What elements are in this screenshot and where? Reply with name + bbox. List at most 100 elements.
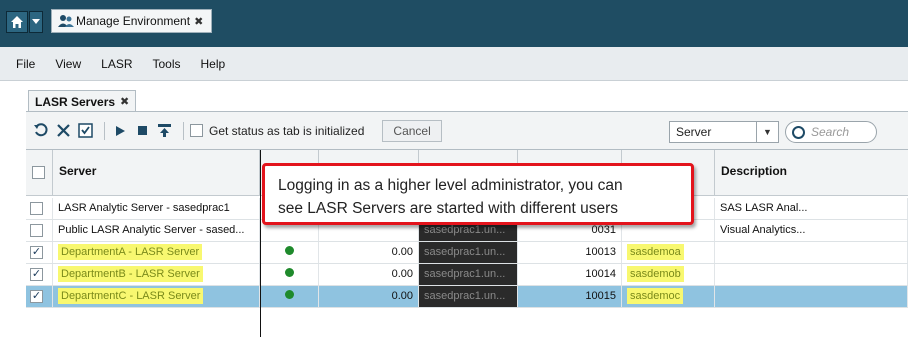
refresh-icon[interactable]: [32, 122, 50, 140]
status-icon[interactable]: [76, 122, 94, 140]
row-checkbox-cell: ✓: [26, 242, 53, 263]
filter-select[interactable]: Server ▼: [669, 121, 779, 143]
cell-text: sasedprac1.un...: [424, 268, 506, 280]
menu-file[interactable]: File: [16, 57, 35, 71]
row-checkbox[interactable]: ✓: [30, 268, 43, 281]
cell-text: 0.00: [391, 290, 413, 302]
row-checkbox[interactable]: [30, 202, 43, 215]
menu-lasr[interactable]: LASR: [101, 57, 132, 71]
cell-port: 10015: [518, 286, 622, 307]
cell-host: sasedprac1.un...: [419, 286, 518, 307]
get-status-checkbox[interactable]: [190, 124, 203, 137]
menu-bar: File View LASR Tools Help: [0, 47, 908, 81]
search-icon: [792, 125, 805, 139]
row-checkbox[interactable]: ✓: [30, 290, 43, 303]
tab-manage-environment[interactable]: Manage Environment ✖: [51, 9, 213, 33]
row-checkbox-cell: ✓: [26, 286, 53, 307]
cell-text: 0.00: [391, 246, 413, 258]
tab-label: LASR Servers: [35, 94, 116, 109]
cell-text: DepartmentB - LASR Server: [58, 266, 203, 282]
cell-started-by: sasdemoc: [622, 286, 715, 307]
cell-text: sasedprac1.un...: [424, 246, 506, 258]
callout-line-2: see LASR Servers are started with differ…: [278, 200, 619, 217]
cell-text: Public LASR Analytic Server - sased...: [58, 224, 245, 236]
cell-text: sasedprac1.un...: [424, 290, 506, 302]
cell-text: LASR Analytic Server - sasedprac1: [58, 202, 230, 214]
dropdown-arrow-icon[interactable]: ▼: [756, 122, 778, 142]
cell-memory: 0.00: [319, 264, 419, 285]
cell-text: Visual Analytics...: [720, 224, 806, 236]
cell-memory: 0.00: [319, 242, 419, 263]
top-bar: Manage Environment ✖: [0, 0, 908, 47]
tab-lasr-servers[interactable]: LASR Servers ✖: [28, 90, 137, 112]
toolbar-separator: [104, 121, 105, 140]
cell-text: sasdemoc: [627, 288, 684, 304]
callout-line-1: Logging in as a higher level administrat…: [278, 177, 623, 194]
menu-tools[interactable]: Tools: [153, 57, 181, 71]
column-header-server[interactable]: Server: [53, 150, 260, 196]
row-checkbox[interactable]: ✓: [30, 246, 43, 259]
tab-label: Manage Environment: [76, 14, 191, 28]
status-cell: [260, 242, 319, 263]
column-divider: [260, 150, 261, 337]
home-icon: [11, 16, 23, 28]
cell-description: [715, 286, 908, 307]
users-icon: [58, 15, 74, 27]
cell-host: sasedprac1.un...: [419, 242, 518, 263]
row-checkbox-cell: ✓: [26, 264, 53, 285]
menu-view[interactable]: View: [55, 57, 81, 71]
get-status-label: Get status as tab is initialized: [209, 123, 365, 138]
toolbar: Get status as tab is initialized Cancel …: [26, 111, 908, 149]
select-all-checkbox[interactable]: [32, 166, 45, 179]
row-checkbox-cell: [26, 220, 53, 241]
column-header-description[interactable]: Description: [715, 150, 908, 196]
cell-server: LASR Analytic Server - sasedprac1: [53, 198, 260, 219]
status-running-icon: [284, 290, 294, 299]
cell-text: sasedprac1.un...: [424, 224, 506, 236]
cell-server: DepartmentB - LASR Server: [53, 264, 260, 285]
select-all-cell: [26, 150, 53, 196]
close-icon[interactable]: ✖: [120, 95, 129, 108]
status-running-icon: [284, 268, 294, 277]
cell-description: [715, 242, 908, 263]
table-row[interactable]: ✓ DepartmentC - LASR Server 0.00 sasedprac1…: [26, 286, 908, 308]
cell-started-by: sasdemob: [622, 264, 715, 285]
cancel-button[interactable]: Cancel: [382, 119, 442, 142]
cell-text: 10015: [585, 290, 616, 302]
annotation-callout: Logging in as a higher level administrat…: [262, 163, 694, 225]
cell-host: sasedprac1.un...: [419, 264, 518, 285]
cell-description: [715, 264, 908, 285]
cell-text: sasdemob: [627, 266, 684, 282]
stop-all-icon[interactable]: [54, 122, 72, 140]
cell-description: SAS LASR Anal...: [715, 198, 908, 219]
cell-text: DepartmentA - LASR Server: [58, 244, 203, 260]
status-cell: [260, 264, 319, 285]
status-running-icon: [284, 246, 294, 255]
cell-text: 10013: [585, 246, 616, 258]
start-icon[interactable]: [111, 122, 129, 140]
table-row[interactable]: ✓ DepartmentB - LASR Server 0.00 sasedprac1…: [26, 264, 908, 286]
cell-text: DepartmentC - LASR Server: [58, 288, 204, 304]
dropdown-arrow-icon: [32, 19, 40, 24]
cell-port: 10014: [518, 264, 622, 285]
cell-text: 10014: [585, 268, 616, 280]
cell-port: 10013: [518, 242, 622, 263]
home-button[interactable]: [6, 11, 28, 33]
home-menu-dropdown[interactable]: [29, 11, 43, 33]
toolbar-separator: [183, 121, 184, 140]
close-icon[interactable]: ✖: [194, 15, 203, 28]
cell-memory: 0.00: [319, 286, 419, 307]
cell-started-by: sasdemoa: [622, 242, 715, 263]
search-input[interactable]: Search: [785, 121, 877, 143]
cell-text: sasdemoa: [627, 244, 684, 260]
status-cell: [260, 286, 319, 307]
cell-text: 0031: [591, 224, 616, 236]
menu-help[interactable]: Help: [201, 57, 226, 71]
row-checkbox[interactable]: [30, 224, 43, 237]
row-checkbox-cell: [26, 198, 53, 219]
cell-server: DepartmentA - LASR Server: [53, 242, 260, 263]
table-row[interactable]: ✓ DepartmentA - LASR Server 0.00 sasedprac1…: [26, 242, 908, 264]
cell-text: SAS LASR Anal...: [720, 202, 808, 214]
stop-icon[interactable]: [133, 122, 151, 140]
unload-icon[interactable]: [155, 122, 173, 140]
